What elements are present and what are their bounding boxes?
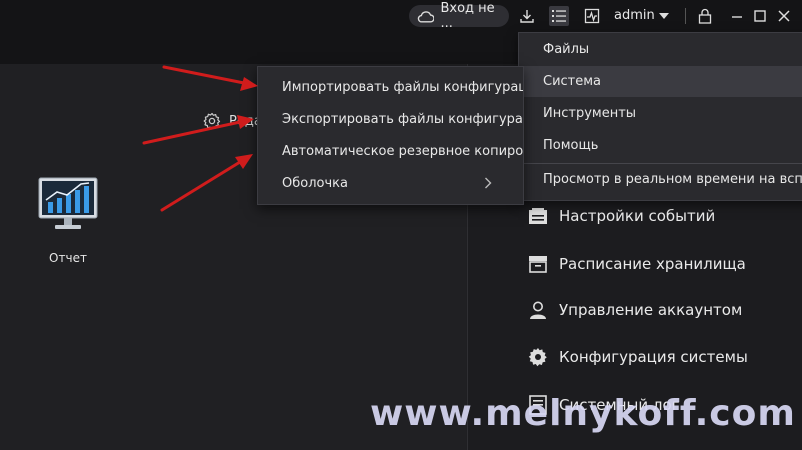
settings-item-storage-schedule[interactable]: Расписание хранилища — [527, 253, 746, 275]
report-label: Отчет — [49, 251, 87, 265]
settings-item-label: Конфигурация системы — [559, 348, 748, 366]
system-config-gear-icon — [527, 346, 549, 368]
lock-icon[interactable] — [695, 6, 715, 26]
report-tile[interactable] — [36, 176, 100, 238]
settings-item-label: Настройки событий — [559, 207, 716, 225]
menu-item-help[interactable]: Помощь — [543, 138, 598, 153]
chevron-right-icon — [485, 177, 492, 189]
settings-item-label: Расписание хранилища — [559, 255, 746, 273]
menu-item-tools[interactable]: Инструменты — [543, 106, 636, 121]
storage-schedule-icon — [527, 253, 549, 275]
submenu-item-shell[interactable]: Оболочка — [282, 176, 348, 191]
download-icon[interactable] — [517, 6, 537, 26]
minimize-icon[interactable] — [727, 6, 747, 26]
login-status-label: Вход не ... — [440, 1, 495, 31]
settings-item-events[interactable]: Настройки событий — [527, 205, 715, 227]
watermark-text: www.melnykoff.com — [370, 393, 796, 434]
edit-button[interactable]: Реда — [203, 112, 262, 130]
gear-icon — [203, 112, 221, 130]
menu-list-icon[interactable] — [549, 6, 569, 26]
login-status-button[interactable]: Вход не ... — [409, 1, 509, 31]
cloud-icon — [417, 10, 435, 23]
maximize-icon[interactable] — [750, 6, 770, 26]
menu-item-files[interactable]: Файлы — [543, 42, 589, 57]
settings-item-system-config[interactable]: Конфигурация системы — [527, 346, 748, 368]
report-chart-icon — [38, 177, 98, 229]
submenu-item-import-config[interactable]: Импортировать файлы конфигурации — [282, 80, 523, 95]
menu-item-live-view[interactable]: Просмотр в реальном времени на вспомо — [543, 172, 802, 187]
main-menu-dropdown: Файлы Система Инструменты Помощь Просмот… — [518, 32, 802, 201]
menu-divider — [519, 163, 802, 164]
submenu-item-auto-backup[interactable]: Автоматическое резервное копирован — [282, 144, 523, 159]
user-menu-label[interactable]: admin — [614, 8, 655, 23]
settings-item-label: Управление аккаунтом — [559, 301, 743, 319]
close-icon[interactable] — [774, 6, 794, 26]
activity-monitor-icon[interactable] — [582, 6, 602, 26]
menu-item-system[interactable]: Система — [543, 74, 601, 89]
system-submenu: Импортировать файлы конфигурации Экспорт… — [257, 66, 524, 205]
submenu-item-export-config[interactable]: Экспортировать файлы конфигурации — [282, 112, 523, 127]
event-settings-icon — [527, 205, 549, 227]
settings-item-account[interactable]: Управление аккаунтом — [527, 299, 742, 321]
user-icon — [527, 299, 549, 321]
chevron-down-icon[interactable] — [659, 13, 669, 19]
toolbar-divider — [685, 8, 686, 24]
